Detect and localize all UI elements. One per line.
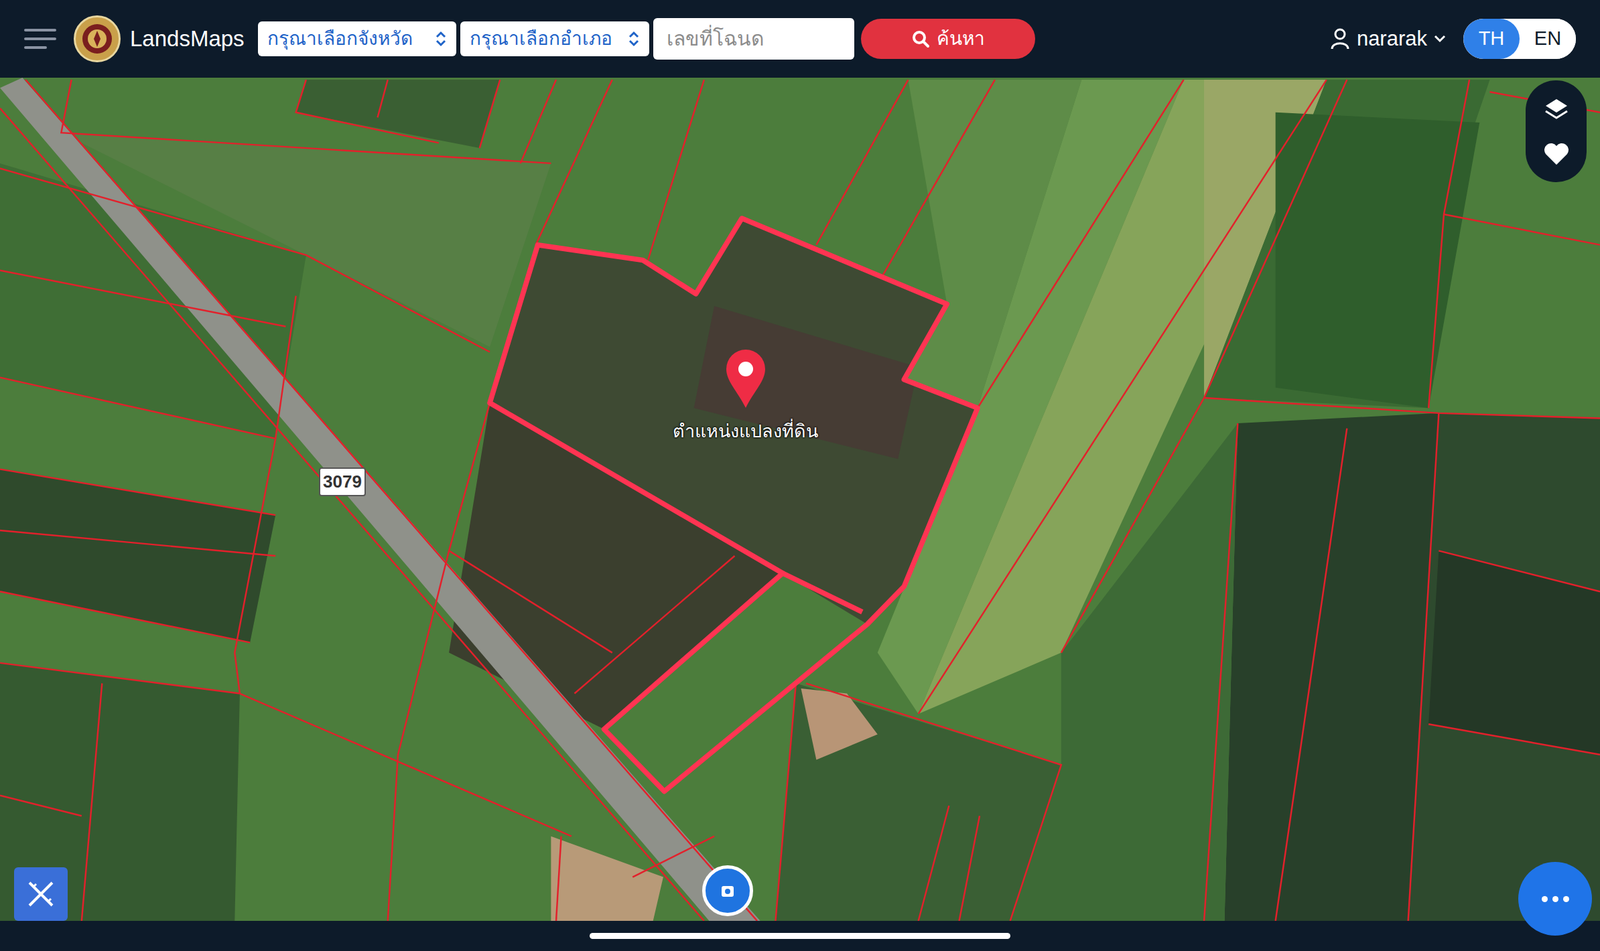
menu-icon[interactable] xyxy=(24,28,57,49)
logo-icon[interactable] xyxy=(73,15,121,63)
province-select[interactable]: กรุณาเลือกจังหวัด xyxy=(257,21,457,57)
heart-icon[interactable] xyxy=(1543,142,1570,167)
user-menu[interactable]: nararak xyxy=(1329,23,1446,55)
measure-icon xyxy=(24,877,58,912)
language-option[interactable]: EN xyxy=(1519,18,1576,59)
search-button[interactable]: ค้นหา xyxy=(860,18,1036,59)
more-button[interactable] xyxy=(1518,862,1592,937)
layers-icon[interactable] xyxy=(1543,96,1570,124)
marker-label: ตำแหน่งแปลงที่ดิน xyxy=(644,418,846,446)
user-icon xyxy=(1329,28,1351,50)
search-icon xyxy=(911,29,930,49)
location-icon xyxy=(717,881,738,902)
language-toggle: THEN xyxy=(1463,18,1576,59)
measure-button[interactable] xyxy=(14,867,68,922)
updown-icon xyxy=(434,29,447,49)
top-bar: LandsMaps กรุณาเลือกจังหวัด กรุณาเลือกอำ… xyxy=(0,0,1600,78)
location-button[interactable] xyxy=(702,865,754,917)
deed-number-input[interactable] xyxy=(653,18,855,60)
map-tools xyxy=(1525,80,1587,183)
updown-icon xyxy=(627,29,640,49)
home-bar xyxy=(0,921,1600,951)
map-pin-icon[interactable] xyxy=(723,349,768,410)
map[interactable]: 3079 ตำแหน่งแปลงที่ดิน xyxy=(0,77,1600,922)
language-option[interactable]: TH xyxy=(1463,18,1520,59)
road-label: 3079 xyxy=(318,467,366,497)
chevron-down-icon xyxy=(1433,34,1446,43)
logo-text[interactable]: LandsMaps xyxy=(129,22,245,56)
district-select[interactable]: กรุณาเลือกอำเภอ xyxy=(460,21,650,57)
